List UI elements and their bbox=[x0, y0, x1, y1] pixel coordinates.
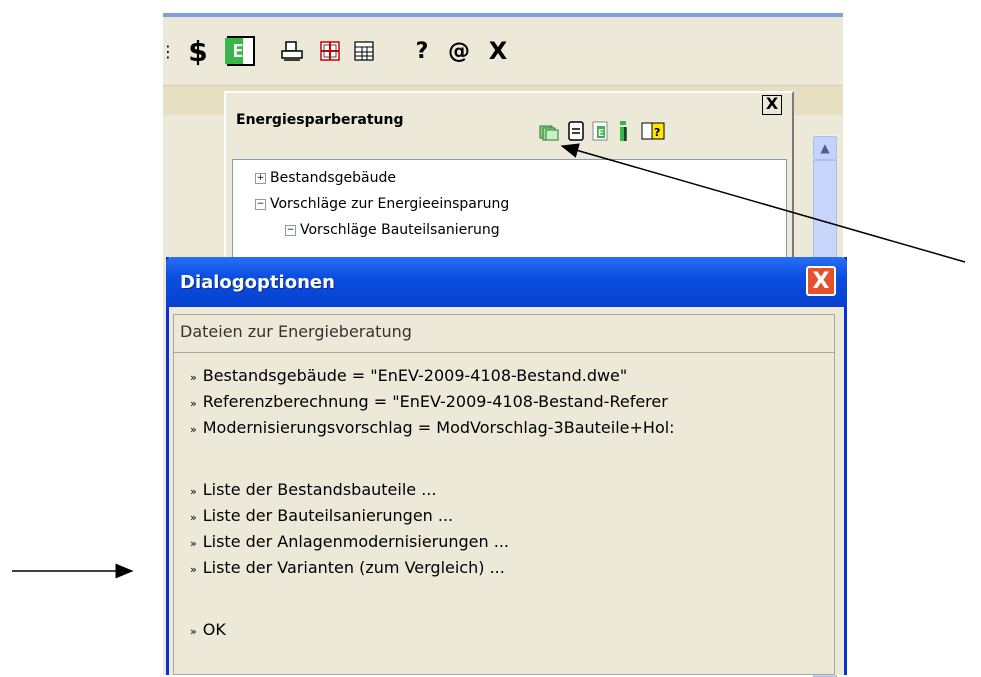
arrow-to-files-icon bbox=[560, 143, 966, 263]
annotation-arrows bbox=[12, 143, 966, 579]
